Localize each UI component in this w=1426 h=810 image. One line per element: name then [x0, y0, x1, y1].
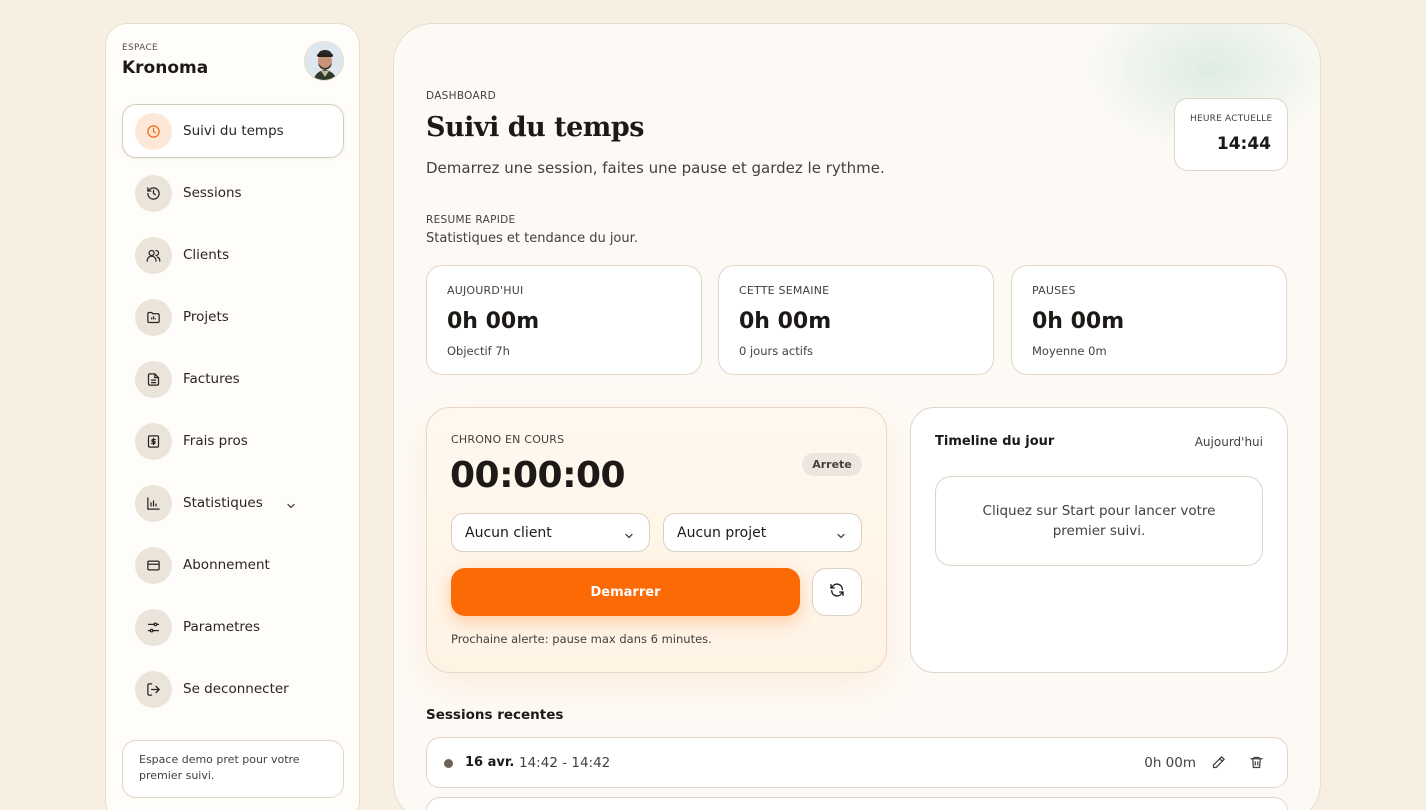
reset-button[interactable]	[812, 568, 862, 616]
sidebar-item-label: Frais pros	[183, 433, 248, 449]
sidebar-item-label: Clients	[183, 247, 230, 263]
timeline-day: Aujourd'hui	[1194, 435, 1263, 449]
sidebar-item-label: Suivi du temps	[183, 123, 284, 139]
refresh-icon	[829, 582, 845, 602]
stat-card-today: AUJOURD'HUI 0h 00m Objectif 7h	[426, 265, 702, 375]
sidebar-nav: Suivi du temps Sessions Clients Projets …	[122, 104, 344, 724]
session-status-dot	[444, 759, 453, 768]
sidebar-item-label: Sessions	[183, 185, 242, 201]
start-button[interactable]: Demarrer	[451, 568, 800, 616]
sidebar-item-projets[interactable]: Projets	[122, 290, 344, 344]
chevron-down-icon[interactable]	[285, 497, 297, 516]
session-date: 16 avr.	[465, 755, 515, 770]
history-icon	[135, 175, 172, 212]
chevron-down-icon	[835, 527, 847, 546]
summary-kicker: RESUME RAPIDE	[426, 214, 516, 226]
stat-label: PAUSES	[1032, 284, 1076, 297]
file-text-icon	[135, 361, 172, 398]
stat-note: Moyenne 0m	[1032, 344, 1107, 358]
avatar[interactable]	[304, 41, 344, 81]
current-time-value: 14:44	[1216, 134, 1271, 154]
sidebar-item-label: Abonnement	[183, 557, 270, 573]
project-select-value: Aucun projet	[677, 525, 767, 541]
stat-label: CETTE SEMAINE	[739, 284, 830, 297]
main-panel: DASHBOARD Suivi du temps Demarrez une se…	[393, 23, 1321, 810]
sidebar-item-clients[interactable]: Clients	[122, 228, 344, 282]
timeline-card: Timeline du jour Aujourd'hui Cliquez sur…	[910, 407, 1288, 673]
sidebar-item-sessions[interactable]: Sessions	[122, 166, 344, 220]
bar-chart-icon	[135, 485, 172, 522]
chrono-alert: Prochaine alerte: pause max dans 6 minut…	[451, 632, 712, 646]
sidebar-item-se-deconnecter[interactable]: Se deconnecter	[122, 662, 344, 716]
sidebar-item-factures[interactable]: Factures	[122, 352, 344, 406]
sidebar-note: Espace demo pret pour votre premier suiv…	[122, 740, 344, 798]
folder-icon	[135, 299, 172, 336]
workspace-kicker: ESPACE	[122, 43, 159, 53]
recent-sessions-title: Sessions recentes	[426, 707, 564, 723]
sidebar-item-label: Parametres	[183, 619, 260, 635]
page-title: Suivi du temps	[426, 112, 644, 143]
sidebar-item-label: Statistiques	[183, 495, 263, 511]
timeline-title: Timeline du jour	[935, 434, 1055, 449]
client-select-value: Aucun client	[465, 525, 552, 541]
table-row[interactable]	[426, 797, 1288, 810]
receipt-dollar-icon	[135, 423, 172, 460]
pencil-icon[interactable]	[1211, 755, 1226, 774]
client-select[interactable]: Aucun client	[451, 513, 650, 552]
project-select[interactable]: Aucun projet	[663, 513, 862, 552]
sidebar-item-parametres[interactable]: Parametres	[122, 600, 344, 654]
page-kicker: DASHBOARD	[426, 90, 497, 102]
sidebar-item-label: Se deconnecter	[183, 681, 289, 697]
stat-value: 0h 00m	[739, 309, 832, 334]
stat-label: AUJOURD'HUI	[447, 284, 524, 297]
sidebar-item-suivi-du-temps[interactable]: Suivi du temps	[122, 104, 344, 158]
sliders-icon	[135, 609, 172, 646]
stat-value: 0h 00m	[447, 309, 540, 334]
sidebar-item-statistiques[interactable]: Statistiques	[122, 476, 344, 530]
stat-note: Objectif 7h	[447, 344, 510, 358]
current-time-card: HEURE ACTUELLE 14:44	[1174, 98, 1288, 171]
stat-note: 0 jours actifs	[739, 344, 813, 358]
trash-icon[interactable]	[1249, 755, 1264, 774]
sidebar-item-label: Factures	[183, 371, 240, 387]
session-duration: 0h 00m	[1144, 755, 1196, 771]
current-time-label: HEURE ACTUELLE	[1190, 114, 1273, 124]
timeline-empty-state: Cliquez sur Start pour lancer votre prem…	[935, 476, 1263, 566]
clock-icon	[135, 113, 172, 150]
sidebar: ESPACE Kronoma Suivi du temps Sessions C…	[105, 23, 360, 810]
status-badge: Arrete	[802, 453, 862, 476]
stat-card-week: CETTE SEMAINE 0h 00m 0 jours actifs	[718, 265, 994, 375]
chrono-time: 00:00:00	[450, 455, 626, 496]
summary-subtitle: Statistiques et tendance du jour.	[426, 231, 638, 246]
stat-card-pauses: PAUSES 0h 00m Moyenne 0m	[1011, 265, 1287, 375]
sidebar-item-abonnement[interactable]: Abonnement	[122, 538, 344, 592]
sidebar-item-frais-pros[interactable]: Frais pros	[122, 414, 344, 468]
workspace-name: Kronoma	[122, 58, 209, 78]
table-row[interactable]: 16 avr. 14:42 - 14:42 0h 00m	[426, 737, 1288, 788]
chrono-kicker: CHRONO EN COURS	[451, 433, 565, 446]
credit-card-icon	[135, 547, 172, 584]
chrono-card: CHRONO EN COURS 00:00:00 Arrete Aucun cl…	[426, 407, 887, 673]
logout-icon	[135, 671, 172, 708]
stat-value: 0h 00m	[1032, 309, 1125, 334]
chevron-down-icon	[623, 527, 635, 546]
sidebar-item-label: Projets	[183, 309, 229, 325]
page-subtitle: Demarrez une session, faites une pause e…	[426, 159, 885, 177]
session-time-range: 14:42 - 14:42	[519, 755, 611, 771]
users-icon	[135, 237, 172, 274]
